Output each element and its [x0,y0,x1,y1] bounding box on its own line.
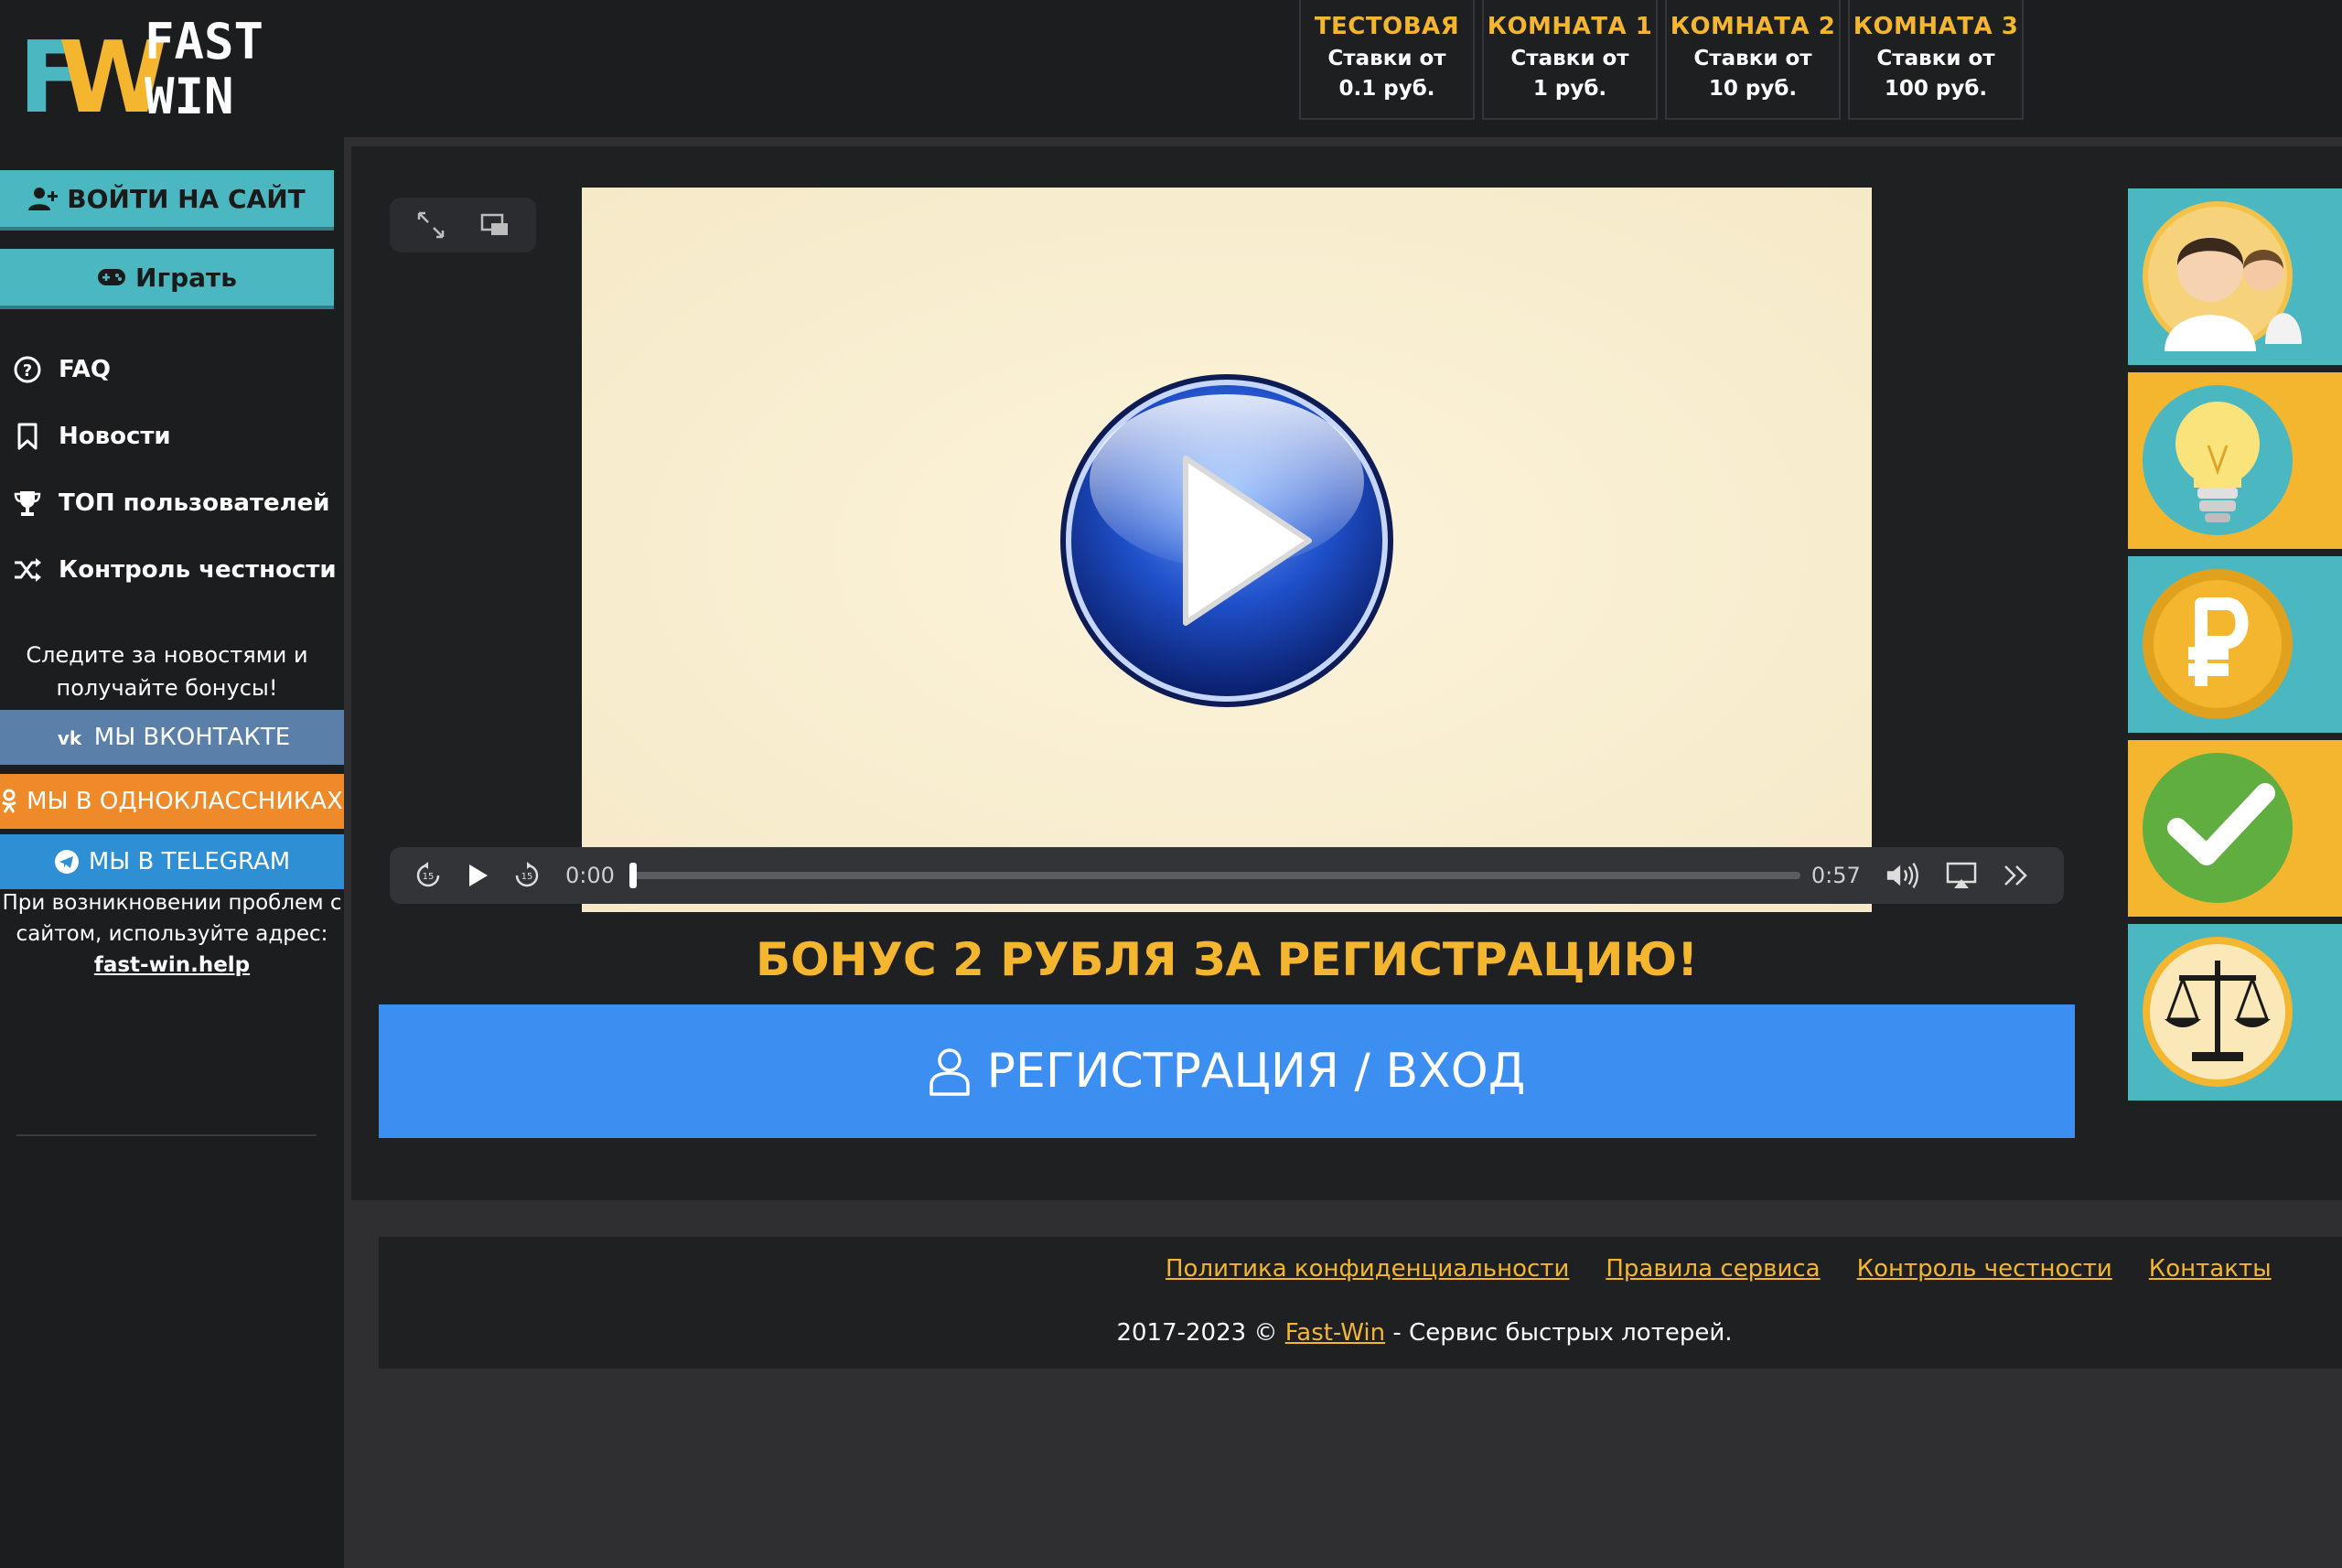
footer: Политика конфиденциальности Правила серв… [379,1237,2342,1369]
gamepad-icon [98,269,126,285]
copyright-brand-link[interactable]: Fast-Win [1285,1319,1385,1347]
telegram-label: МЫ В TELEGRAM [88,848,291,875]
room-stake-line2: 10 руб. [1708,77,1798,101]
rooms-nav: ТЕСТОВАЯ Ставки от 0.1 руб. КОМНАТА 1 Ст… [1299,0,2024,121]
seek-thumb[interactable] [628,863,637,888]
room-stake-line2: 0.1 руб. [1338,77,1435,101]
telegram-button[interactable]: МЫ В TELEGRAM [0,834,344,889]
lightbulb-icon[interactable] [2128,372,2342,549]
right-feature-icons [2128,188,2342,1108]
footer-link-contacts[interactable]: Контакты [2149,1255,2272,1283]
footer-link-privacy[interactable]: Политика конфиденциальности [1166,1255,1569,1283]
copyright-prefix: 2017-2023 © [1116,1319,1278,1347]
footer-link-fairness[interactable]: Контроль честности [1857,1255,2112,1283]
room-stake-line1: Ставки от [1693,47,1812,70]
footer-links: Политика конфиденциальности Правила серв… [1166,1255,2272,1283]
follow-note: Следите за новостями и получайте бонусы! [0,639,334,704]
login-label: ВОЙТИ НА САЙТ [67,183,306,214]
play-label: Играть [135,262,237,293]
shuffle-icon [15,558,41,582]
scales-icon[interactable] [2128,924,2342,1101]
checkmark-icon[interactable] [2128,740,2342,917]
telegram-icon [54,850,79,874]
user-plus-icon [28,188,59,210]
play-button[interactable]: Играть [0,249,334,306]
nav-label: ТОП пользователей [59,489,330,517]
svg-text:vk: vk [58,727,82,747]
room-stake-line1: Ставки от [1876,47,1995,70]
room-stake-line2: 100 руб. [1884,77,1988,101]
volume-icon[interactable] [1885,857,1921,894]
svg-text:15: 15 [423,872,435,882]
fastwin-logo[interactable]: F W FAST WIN [16,13,282,123]
ok-label: МЫ В ОДНОКЛАССНИКАХ [27,788,343,815]
help-link[interactable]: fast-win.help [0,950,344,981]
play-overlay-icon[interactable] [1058,371,1396,710]
sidebar-divider [16,1134,317,1136]
nav-label: Контроль честности [59,556,337,584]
users-icon[interactable] [2128,188,2342,365]
odnoklassniki-icon [2,789,17,813]
svg-text:15: 15 [521,872,533,882]
logo-win: WIN [145,68,234,123]
current-time: 0:00 [565,863,615,888]
register-login-button[interactable]: РЕГИСТРАЦИЯ / ВХОД [379,1004,2075,1138]
ok-button[interactable]: МЫ В ОДНОКЛАССНИКАХ [0,774,344,829]
video-controls: 15 15 0:00 0:57 [390,847,2064,904]
more-icon[interactable] [1998,857,2035,894]
room-1[interactable]: КОМНАТА 1 Ставки от 1 руб. [1482,0,1658,120]
help-line2: сайтом, используйте адрес: [16,922,328,946]
login-button[interactable]: ВОЙТИ НА САЙТ [0,170,334,227]
ruble-coin-icon[interactable] [2128,556,2342,733]
airplay-icon[interactable] [1943,857,1980,894]
play-icon[interactable] [459,857,496,894]
room-stake-line1: Ставки от [1510,47,1629,70]
user-icon [929,1048,970,1096]
follow-line1: Следите за новостями и [26,642,308,668]
logo-fast: FAST [145,13,263,70]
sidebar-item-news[interactable]: Новости [13,418,171,455]
room-3[interactable]: КОМНАТА 3 Ставки от 100 руб. [1848,0,2024,120]
fullscreen-icon[interactable] [415,209,446,241]
room-2[interactable]: КОМНАТА 2 Ставки от 10 руб. [1665,0,1841,120]
room-title: ТЕСТОВАЯ [1314,13,1460,40]
help-note: При возникновении проблем с сайтом, испо… [0,887,344,981]
footer-link-rules[interactable]: Правила сервиса [1606,1255,1820,1283]
room-title: КОМНАТА 3 [1853,13,2019,40]
room-stake-line2: 1 руб. [1532,77,1607,101]
sidebar: ВОЙТИ НА САЙТ Играть ? FAQ Новости ТОП п… [0,137,344,1568]
room-title: КОМНАТА 1 [1487,13,1653,40]
header: F W FAST WIN ТЕСТОВАЯ Ставки от 0.1 руб.… [0,0,2342,137]
bookmark-icon [17,423,38,450]
vk-button[interactable]: vk МЫ ВКОНТАКТЕ [0,710,344,765]
sidebar-item-fairness[interactable]: Контроль честности [13,552,337,588]
room-title: КОМНАТА 2 [1670,13,1836,40]
nav-label: FAQ [59,356,112,383]
sidebar-item-top-users[interactable]: ТОП пользователей [13,485,330,521]
copyright-suffix: - Сервис быстрых лотерей. [1392,1319,1733,1347]
svg-text:?: ? [23,361,32,381]
trophy-icon [14,491,41,516]
vk-icon: vk [58,727,82,747]
sidebar-item-faq[interactable]: ? FAQ [13,351,111,388]
bonus-banner: БОНУС 2 РУБЛЯ ЗА РЕГИСТРАЦИЮ! [755,933,1699,986]
help-line1: При возникновении проблем с [2,891,342,915]
vk-label: МЫ ВКОНТАКТЕ [93,724,291,751]
rewind-15-icon[interactable]: 15 [410,857,446,894]
seek-bar[interactable] [628,863,1800,888]
screen-tools [390,198,536,252]
register-label: РЕГИСТРАЦИЯ / ВХОД [986,1044,1526,1099]
copyright: 2017-2023 © Fast-Win - Сервис быстрых ло… [379,1319,2342,1347]
nav-label: Новости [59,423,171,450]
room-test[interactable]: ТЕСТОВАЯ Ставки от 0.1 руб. [1299,0,1475,120]
room-stake-line1: Ставки от [1327,47,1446,70]
follow-line2: получайте бонусы! [56,675,278,701]
picture-in-picture-icon[interactable] [479,209,510,241]
question-circle-icon: ? [14,356,41,383]
forward-15-icon[interactable]: 15 [509,857,545,894]
duration: 0:57 [1810,863,1861,888]
